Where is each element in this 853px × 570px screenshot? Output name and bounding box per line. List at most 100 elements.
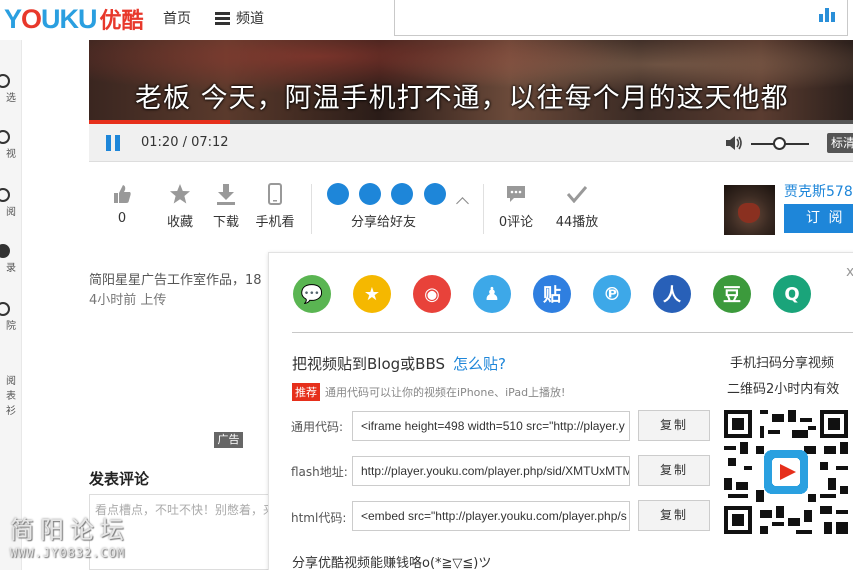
rail-item[interactable]: 院 [0,302,22,332]
star-icon [165,182,195,206]
share-service-glyph: ♟ [483,283,501,305]
logo-cn: 优酷 [99,8,144,33]
qq-share-icon[interactable]: ♟ [473,275,511,313]
embed-how-link[interactable]: 怎么贴? [453,355,506,373]
nav-channel-menu[interactable]: 频道 [215,8,264,28]
download-label: 下载 [212,215,239,230]
comment-section-title: 发表评论 [89,470,150,488]
eye-icon [0,130,10,144]
copy-button[interactable]: 复制 [638,500,710,531]
rail-item[interactable]: 阅 [0,188,22,218]
menu-icon [215,11,230,25]
subscribe-button[interactable]: 订 阅 [784,204,853,233]
youku-logo[interactable]: YOUKU 优酷 [4,2,144,36]
close-icon[interactable]: x [846,264,853,280]
uploader-avatar[interactable] [724,185,775,235]
player-controls: 01:20 / 07:12 标清 [89,124,853,162]
bar-chart-icon[interactable] [819,8,835,22]
embed-title: 把视频贴到Blog或BBS 怎么贴? [292,353,506,374]
logo-letter: U [41,3,60,34]
weibo-icon[interactable] [391,183,413,205]
renren-share-icon[interactable]: 人 [653,275,691,313]
pause-icon[interactable] [106,135,120,151]
code-label: 通用代码: [291,420,344,434]
volume-knob[interactable] [773,137,786,150]
thumbs-up-icon [107,182,137,206]
share-service-glyph: 贴 [543,285,561,306]
mobile-watch-label: 手机看 [255,215,295,230]
html-code-field[interactable]: <embed src="http://player.youku.com/play… [352,501,630,531]
left-rail: 选 视 阅 录 院 阅表衫 [0,40,22,570]
video-frame[interactable]: 老板 今天，阿温手机打不通，以往每个月的这天他都 [89,40,853,122]
douban-share-icon[interactable]: 豆 [713,275,751,313]
mobile-watch-button[interactable]: 手机看 [253,182,297,230]
qzone-icon[interactable] [359,183,381,205]
share-service-glyph: Q [784,283,800,305]
share-service-glyph: 人 [663,285,681,306]
like-button[interactable]: 0 [107,182,137,226]
top-bar: YOUKU 优酷 首页 频道 [0,0,853,40]
rail-item[interactable]: 录 [0,244,22,274]
nav-channel-label: 频道 [236,11,264,27]
trend-icon [554,182,600,206]
phone-icon [253,182,297,206]
plays-count: 44播放 [555,215,599,230]
logo-letter: U [78,3,97,34]
ad-badge: 广告 [214,432,243,448]
time-display: 01:20 / 07:12 [141,135,229,150]
rail-item[interactable]: 选 [0,74,22,104]
video-description: 简阳星星广告工作室作品，18 [89,273,262,288]
recommend-badge: 推荐 [292,383,320,401]
weibo-share-icon[interactable]: ◉ [413,275,451,313]
forum-watermark: 简阳论坛 WWW.JY0832.COM [10,510,130,560]
code-label: html代码: [291,511,347,525]
uploader-name[interactable]: 贾克斯5780 [784,181,853,201]
like-count: 0 [117,211,127,226]
share-earn-text: 分享优酷视频能赚钱咯o(*≧▽≦)ツ [292,556,492,570]
copy-button[interactable]: 复制 [638,455,710,486]
favorite-button[interactable]: 收藏 [165,182,195,230]
embed-tip: 推荐 通用代码可以让你的视频在iPhone、iPad上播放! [292,383,565,401]
share-to-friends-label[interactable]: 分享给好友 [351,211,416,230]
volume-icon[interactable] [725,135,743,151]
download-button[interactable]: 下载 [211,182,241,230]
pinterest-share-icon[interactable]: ℗ [593,275,631,313]
iframe-code-field[interactable]: <iframe height=498 width=510 src="http:/… [352,411,630,441]
favorite-label: 收藏 [166,215,193,230]
rail-item[interactable]: 视 [0,130,22,160]
watermark-title: 简阳论坛 [10,516,130,544]
wechat-share-icon[interactable]: 💬 [293,275,331,313]
copy-button[interactable]: 复制 [638,410,710,441]
upload-time: 4小时前 上传 [89,293,167,308]
rail-item[interactable]: 阅表衫 [0,372,22,417]
logo-letter: O [21,3,42,34]
qr-code [724,410,848,534]
wechat-icon[interactable] [327,183,349,205]
share-service-glyph: ℗ [603,283,621,305]
quality-button[interactable]: 标清 [827,133,853,153]
download-icon [211,182,241,206]
qq-icon[interactable] [424,183,446,205]
page: YOUKU 优酷 首页 频道 选 视 阅 录 院 阅表衫 老板 今天，阿温手机打… [0,0,853,570]
nav-home-link[interactable]: 首页 [163,8,191,28]
tip-text: 通用代码可以让你的视频在iPhone、iPad上播放! [325,386,566,399]
rail-circle-icon [0,74,10,88]
share-service-glyph: 💬 [300,283,324,305]
qr-label: 手机扫码分享视频 [730,356,835,371]
embed-title-text: 把视频贴到Blog或BBS [292,355,445,373]
search-input[interactable] [394,0,848,36]
flash-url-field[interactable]: http://player.youku.com/player.php/sid/X… [352,456,630,486]
code-label: flash地址: [291,465,348,479]
popup-divider [292,332,853,333]
share-service-glyph: ◉ [424,283,440,305]
theater-icon [0,302,10,316]
logo-letter: K [59,3,79,34]
comments-button[interactable]: 0评论 [496,182,536,230]
tieba-share-icon[interactable]: 贴 [533,275,571,313]
logo-letter: Y [4,3,22,34]
divider [483,184,484,234]
other-share-icon[interactable]: Q [773,275,811,313]
qzone-share-icon[interactable]: ★ [353,275,391,313]
chevron-up-icon[interactable] [456,197,469,210]
plays-stat: 44播放 [554,182,600,230]
